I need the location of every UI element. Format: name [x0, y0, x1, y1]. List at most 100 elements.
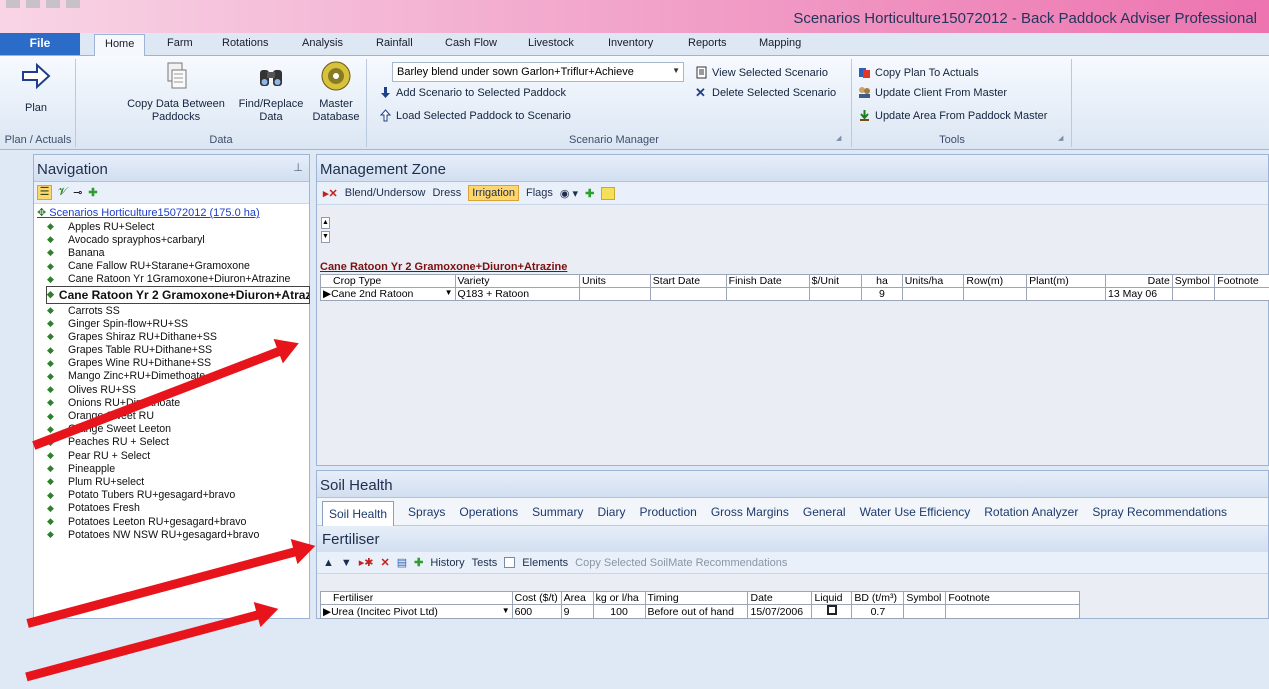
cost-cell[interactable]: 600: [512, 605, 561, 619]
history-button[interactable]: History: [430, 557, 464, 569]
col-header[interactable]: $/Unit: [809, 275, 862, 288]
col-header[interactable]: Units/ha: [902, 275, 964, 288]
tab-farm[interactable]: Farm: [167, 37, 193, 49]
tab-diary[interactable]: Diary: [597, 505, 625, 519]
tree-item[interactable]: ◆Potatoes Fresh: [34, 502, 309, 515]
col-header[interactable]: Date: [1106, 275, 1173, 288]
update-area-button[interactable]: Update Area From Paddock Master: [858, 109, 1047, 122]
tree-item[interactable]: ◆Carrots SS: [34, 304, 309, 317]
master-database-button[interactable]: Master Database: [311, 60, 361, 124]
tree-item[interactable]: ◆Onions RU+Dimethoate: [34, 396, 309, 409]
col-header[interactable]: Symbol: [904, 592, 946, 605]
scroll-down-icon[interactable]: ▼: [321, 231, 330, 243]
tree-item-selected[interactable]: ◆Cane Ratoon Yr 2 Gramoxone+Diuron+Atraz…: [46, 286, 310, 304]
col-header[interactable]: Start Date: [650, 275, 726, 288]
tab-sprays[interactable]: Sprays: [408, 505, 445, 519]
load-paddock-button[interactable]: Load Selected Paddock to Scenario: [379, 109, 571, 122]
tab-operations[interactable]: Operations: [459, 505, 518, 519]
tree-item[interactable]: ◆Apples RU+Select: [34, 220, 309, 233]
copy-data-button[interactable]: Copy Data Between Paddocks: [126, 60, 226, 124]
add-icon[interactable]: ✚: [585, 187, 594, 200]
col-header[interactable]: Fertiliser: [321, 592, 513, 605]
tree-item[interactable]: ◆Potatoes Leeton RU+gesagard+bravo: [34, 515, 309, 528]
tab-rotations[interactable]: Rotations: [222, 37, 268, 49]
tab-soil-health[interactable]: Soil Health: [322, 501, 394, 526]
tree-item[interactable]: ◆Cane Ratoon Yr 1Gramoxone+Diuron+Atrazi…: [34, 273, 309, 286]
col-header[interactable]: Footnote: [946, 592, 1080, 605]
col-header[interactable]: BD (t/m³): [852, 592, 904, 605]
table-row[interactable]: ▶Urea (Incitec Pivot Ltd)▼ 600 9 100 Bef…: [321, 605, 1080, 619]
tree-root[interactable]: ✥ Scenarios Horticulture15072012 (175.0 …: [34, 206, 309, 220]
quick-access-toolbar[interactable]: [6, 0, 80, 10]
crop-type-cell[interactable]: ▶Cane 2nd Ratoon▼: [321, 288, 456, 301]
col-header[interactable]: Date: [748, 592, 812, 605]
scenario-select[interactable]: Barley blend under sown Garlon+Triflur+A…: [392, 62, 684, 82]
file-tab[interactable]: File: [0, 33, 80, 55]
chevron-down-icon[interactable]: ▼: [672, 66, 680, 75]
scroll-up-icon[interactable]: ▲: [321, 217, 330, 229]
blend-undersow-button[interactable]: Blend/Undersow: [345, 187, 426, 199]
tree-item[interactable]: ◆Pear RU + Select: [34, 449, 309, 462]
col-header[interactable]: Symbol: [1172, 275, 1214, 288]
eye-icon[interactable]: ◉ ▾: [560, 187, 578, 200]
tree-item[interactable]: ◆Peaches RU + Select: [34, 436, 309, 449]
col-header[interactable]: Units: [579, 275, 650, 288]
col-header[interactable]: Variety: [455, 275, 579, 288]
start-date-cell[interactable]: [650, 288, 726, 301]
delete-rows-icon[interactable]: ✕: [381, 556, 390, 569]
col-header[interactable]: Row(m): [964, 275, 1027, 288]
col-header[interactable]: Footnote: [1215, 275, 1269, 288]
crop-icon[interactable]: 𝓥: [58, 186, 67, 199]
date-cell[interactable]: 13 May 06: [1106, 288, 1173, 301]
symbol-cell[interactable]: [1172, 288, 1214, 301]
date-cell[interactable]: 15/07/2006: [748, 605, 812, 619]
tree-view-icon[interactable]: ☰: [37, 185, 52, 200]
tab-mapping[interactable]: Mapping: [759, 37, 801, 49]
tree-item[interactable]: ◆Avocado sprayphos+carbaryl: [34, 233, 309, 246]
tab-production[interactable]: Production: [639, 505, 696, 519]
col-header[interactable]: Finish Date: [726, 275, 809, 288]
move-up-icon[interactable]: ▲: [323, 557, 334, 569]
tab-analysis[interactable]: Analysis: [302, 37, 343, 49]
col-header[interactable]: Timing: [645, 592, 748, 605]
tree-item[interactable]: ◆Mango Zinc+RU+Dimethoate: [34, 370, 309, 383]
col-header[interactable]: ha: [862, 275, 902, 288]
col-header[interactable]: kg or l/ha: [593, 592, 645, 605]
plant-cell[interactable]: [1027, 288, 1106, 301]
tab-reports[interactable]: Reports: [688, 37, 727, 49]
symbol-cell[interactable]: [904, 605, 946, 619]
col-header[interactable]: Liquid: [812, 592, 852, 605]
units-cell[interactable]: [579, 288, 650, 301]
scenario-launcher-icon[interactable]: ◢: [836, 134, 841, 142]
table-row[interactable]: ▶Cane 2nd Ratoon▼ Q183 + Ratoon 9 13 May…: [321, 288, 1269, 301]
move-down-icon[interactable]: ▼: [341, 557, 352, 569]
col-header[interactable]: Plant(m): [1027, 275, 1106, 288]
delete-scenario-button[interactable]: ✕ Delete Selected Scenario: [695, 86, 836, 99]
finish-date-cell[interactable]: [726, 288, 809, 301]
fertiliser-cell[interactable]: ▶Urea (Incitec Pivot Ltd)▼: [321, 605, 513, 619]
col-header[interactable]: Cost ($/t): [512, 592, 561, 605]
flags-button[interactable]: Flags: [526, 187, 553, 199]
add-icon[interactable]: ✚: [414, 556, 423, 569]
dropdown-icon[interactable]: ▼: [502, 606, 510, 615]
tab-rotation-analyzer[interactable]: Rotation Analyzer: [984, 505, 1078, 519]
unit-cost-cell[interactable]: [809, 288, 862, 301]
tab-general[interactable]: General: [803, 505, 846, 519]
find-replace-button[interactable]: Find/Replace Data: [232, 60, 310, 124]
rate-cell[interactable]: 100: [593, 605, 645, 619]
insert-row-icon[interactable]: ▸✱: [359, 556, 374, 569]
units-per-ha-cell[interactable]: [902, 288, 964, 301]
add-scenario-button[interactable]: Add Scenario to Selected Paddock: [379, 86, 566, 99]
area-cell[interactable]: 9: [561, 605, 593, 619]
bd-cell[interactable]: 0.7: [852, 605, 904, 619]
dropdown-icon[interactable]: ▼: [445, 288, 453, 297]
liquid-checkbox[interactable]: [812, 605, 852, 619]
col-header[interactable]: Area: [561, 592, 593, 605]
tree-item[interactable]: ◆Grapes Shiraz RU+Dithane+SS: [34, 330, 309, 343]
ha-cell[interactable]: 9: [862, 288, 902, 301]
row-cell[interactable]: [964, 288, 1027, 301]
tab-spray-recommendations[interactable]: Spray Recommendations: [1092, 505, 1227, 519]
tab-water-use-efficiency[interactable]: Water Use Efficiency: [860, 505, 971, 519]
dress-button[interactable]: Dress: [432, 187, 461, 199]
tab-gross-margins[interactable]: Gross Margins: [711, 505, 789, 519]
